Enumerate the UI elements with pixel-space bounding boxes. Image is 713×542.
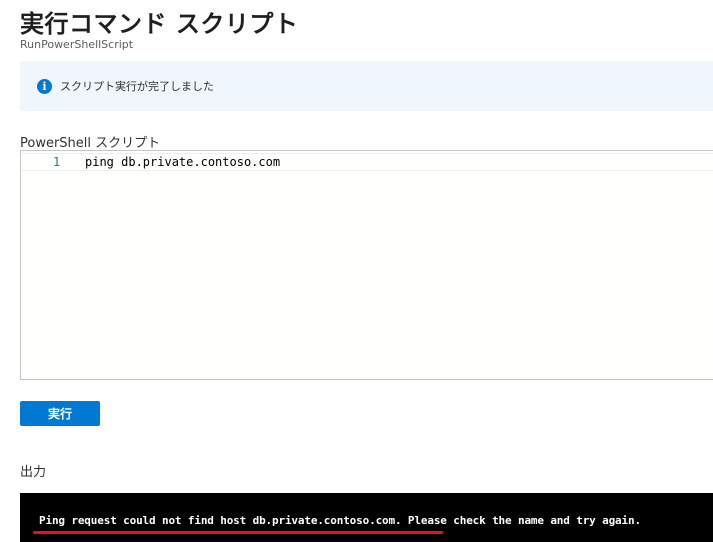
line-number: 1 (53, 155, 61, 169)
info-icon: i (37, 78, 52, 94)
page-subtitle: RunPowerShellScript (20, 38, 134, 51)
status-message: スクリプト実行が完了しました (60, 80, 214, 93)
output-console: Ping request could not find host db.priv… (20, 493, 713, 542)
script-editor[interactable]: 1 ping db.private.contoso.com (20, 150, 713, 380)
run-command-page: 実行コマンド スクリプト RunPowerShellScript i スクリプト… (0, 0, 713, 542)
page-title: 実行コマンド スクリプト (20, 10, 299, 38)
output-text: Ping request could not find host db.priv… (39, 514, 641, 527)
output-label: 出力 (20, 465, 47, 480)
editor-line[interactable]: 1 ping db.private.contoso.com (21, 153, 713, 171)
run-button[interactable]: 実行 (20, 401, 100, 426)
script-editor-label: PowerShell スクリプト (20, 136, 161, 151)
red-underline-annotation (33, 531, 443, 534)
status-banner: i スクリプト実行が完了しました (20, 61, 713, 111)
code-line[interactable]: ping db.private.contoso.com (85, 155, 280, 169)
